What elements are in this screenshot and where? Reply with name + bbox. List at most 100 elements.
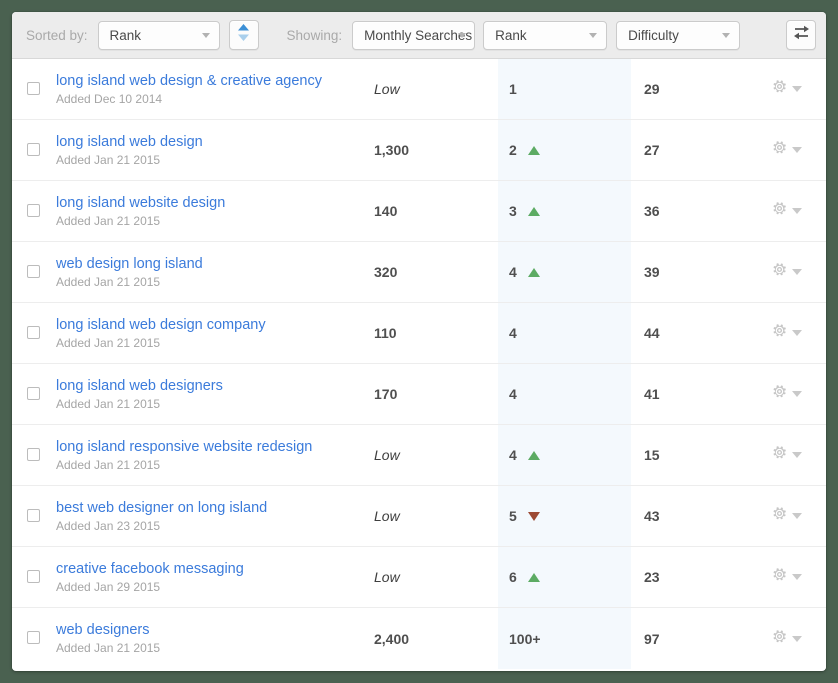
row-select-cell: [12, 242, 54, 302]
row-actions[interactable]: [764, 120, 826, 180]
keyword-cell: long island web design company Added Jan…: [54, 303, 368, 363]
caret-down-icon[interactable]: [792, 513, 802, 519]
row-checkbox[interactable]: [26, 325, 40, 339]
row-select-cell: [12, 547, 54, 607]
row-select-cell: [12, 59, 54, 119]
row-actions[interactable]: [764, 181, 826, 241]
column-select-difficulty[interactable]: Difficulty: [616, 20, 741, 50]
rank-cell: 2: [498, 120, 631, 180]
caret-down-icon[interactable]: [792, 574, 802, 580]
difficulty-cell: 39: [644, 264, 660, 280]
gear-icon[interactable]: [772, 140, 787, 160]
gear-icon[interactable]: [772, 567, 787, 587]
table-row: long island web design & creative agency…: [12, 59, 826, 120]
keyword-link[interactable]: long island website design: [56, 194, 225, 212]
gear-icon[interactable]: [772, 262, 787, 282]
gear-icon[interactable]: [772, 323, 787, 343]
row-select-cell: [12, 364, 54, 424]
row-select-cell: [12, 181, 54, 241]
row-checkbox[interactable]: [26, 569, 40, 583]
keyword-link[interactable]: web design long island: [56, 255, 203, 273]
table-toolbar: Sorted by: Rank Showing: Monthly Searche…: [12, 12, 826, 59]
row-checkbox[interactable]: [26, 142, 40, 156]
caret-down-icon[interactable]: [792, 147, 802, 153]
sort-updown-icon: [237, 23, 250, 47]
caret-down-icon[interactable]: [792, 452, 802, 458]
gear-icon[interactable]: [772, 201, 787, 221]
rank-trend-up-icon: [527, 206, 540, 216]
keyword-added-date: Added Jan 21 2015: [56, 457, 161, 472]
keyword-rows: long island web design & creative agency…: [12, 59, 826, 671]
row-select-cell: [12, 486, 54, 546]
keyword-link[interactable]: long island web designers: [56, 377, 223, 395]
sort-field-value: Rank: [109, 27, 142, 43]
monthly-searches-cell: 170: [374, 386, 398, 402]
caret-down-icon[interactable]: [792, 269, 802, 275]
row-actions[interactable]: [764, 547, 826, 607]
keyword-link[interactable]: creative facebook messaging: [56, 560, 244, 578]
gear-icon[interactable]: [772, 384, 787, 404]
gear-icon[interactable]: [772, 79, 787, 99]
caret-down-icon[interactable]: [792, 208, 802, 214]
monthly-searches-cell: 1,300: [374, 142, 410, 158]
swap-columns-button[interactable]: [786, 20, 816, 50]
row-actions[interactable]: [764, 425, 826, 485]
row-checkbox[interactable]: [26, 264, 40, 278]
chevron-down-icon: [589, 33, 598, 38]
caret-down-icon[interactable]: [792, 86, 802, 92]
rank-value: 5: [509, 508, 517, 524]
gear-icon[interactable]: [772, 506, 787, 526]
difficulty-cell: 15: [644, 447, 660, 463]
keyword-added-date: Added Jan 21 2015: [56, 335, 161, 350]
keyword-link[interactable]: best web designer on long island: [56, 499, 267, 517]
row-checkbox[interactable]: [26, 81, 40, 95]
row-checkbox[interactable]: [26, 508, 40, 522]
row-actions[interactable]: [764, 486, 826, 546]
keyword-link[interactable]: long island web design: [56, 133, 203, 151]
difficulty-cell: 27: [644, 142, 660, 158]
row-checkbox[interactable]: [26, 386, 40, 400]
caret-down-icon[interactable]: [792, 391, 802, 397]
rank-trend-down-icon: [527, 511, 540, 521]
keyword-added-date: Added Jan 21 2015: [56, 213, 161, 228]
rank-trend-up-icon: [527, 145, 540, 155]
rank-value: 3: [509, 203, 517, 219]
caret-down-icon[interactable]: [792, 330, 802, 336]
keyword-link[interactable]: long island responsive website redesign: [56, 438, 312, 456]
difficulty-cell: 36: [644, 203, 660, 219]
keyword-link[interactable]: long island web design & creative agency: [56, 72, 322, 90]
column-select-monthly-searches[interactable]: Monthly Searches: [352, 20, 476, 50]
keyword-link[interactable]: long island web design company: [56, 316, 266, 334]
sort-direction-toggle[interactable]: [228, 20, 259, 50]
row-actions[interactable]: [764, 303, 826, 363]
rank-cell: 5: [498, 486, 631, 546]
gear-icon[interactable]: [772, 445, 787, 465]
row-checkbox[interactable]: [26, 631, 40, 644]
keyword-added-date: Added Jan 21 2015: [56, 152, 161, 167]
gear-icon[interactable]: [772, 629, 787, 649]
column-select-rank[interactable]: Rank: [483, 20, 608, 50]
keyword-added-date: Added Jan 29 2015: [56, 579, 161, 594]
row-actions[interactable]: [764, 242, 826, 302]
caret-down-icon[interactable]: [792, 635, 802, 642]
monthly-searches-cell: Low: [374, 569, 400, 585]
keyword-link[interactable]: web designers: [56, 621, 150, 639]
row-checkbox[interactable]: [26, 447, 40, 461]
column-select-monthly-searches-value: Monthly Searches: [364, 27, 473, 43]
difficulty-cell: 29: [644, 81, 660, 97]
monthly-searches-cell: 140: [374, 203, 398, 219]
rank-value: 1: [509, 81, 517, 97]
rank-cell: 1: [498, 59, 631, 119]
monthly-searches-cell: 320: [374, 264, 398, 280]
keyword-added-date: Added Jan 21 2015: [56, 641, 161, 655]
row-checkbox[interactable]: [26, 203, 40, 217]
rank-cell: 4: [498, 425, 631, 485]
keyword-cell: long island responsive website redesign …: [54, 425, 368, 485]
row-actions[interactable]: [764, 608, 826, 669]
row-actions[interactable]: [764, 59, 826, 119]
keyword-cell: long island web design Added Jan 21 2015: [54, 120, 368, 180]
showing-label: Showing:: [286, 27, 343, 43]
sort-field-select[interactable]: Rank: [97, 20, 220, 50]
sorted-by-label: Sorted by:: [26, 27, 88, 43]
row-actions[interactable]: [764, 364, 826, 424]
